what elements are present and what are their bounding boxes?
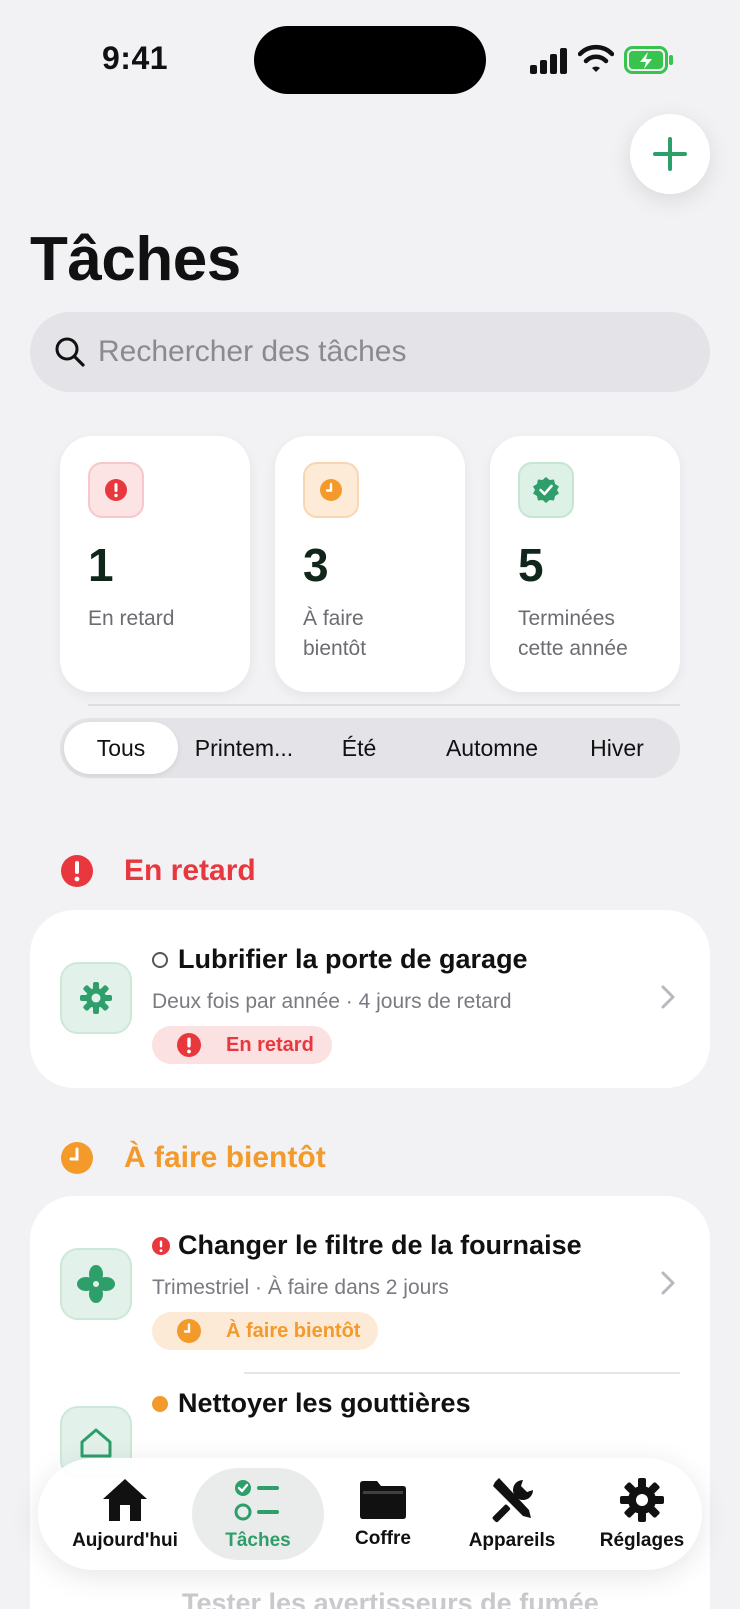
- alert-icon: [177, 1033, 201, 1057]
- tab-vault[interactable]: Coffre: [328, 1468, 438, 1560]
- clock-icon: [320, 479, 342, 501]
- status-bar: 9:41: [0, 0, 740, 120]
- stat-label: En retard: [88, 607, 175, 630]
- page-title: Tâches: [30, 225, 241, 294]
- stat-card-completed[interactable]: 5 Terminées cette année: [490, 436, 680, 692]
- status-badge: En retard: [152, 1026, 332, 1064]
- search-icon: [55, 337, 85, 367]
- task-title-text: Lubrifier la porte de garage: [178, 944, 528, 974]
- badge-label: À faire bientôt: [226, 1319, 361, 1342]
- alert-icon: [152, 1236, 170, 1255]
- search-bar[interactable]: [30, 312, 710, 392]
- task-subtitle: Deux fois par année · 4 jours de retard: [152, 990, 512, 1013]
- clock-icon: [61, 1142, 93, 1174]
- filter-all[interactable]: Tous: [64, 722, 178, 774]
- section-header-overdue: En retard: [60, 854, 256, 888]
- tab-label: Appareils: [468, 1530, 556, 1551]
- fan-icon: [77, 1265, 115, 1303]
- badge-label: En retard: [226, 1033, 314, 1056]
- stat-value: 3: [303, 539, 329, 591]
- task-icon-container: [60, 962, 132, 1034]
- task-title-text: Changer le filtre de la fournaise: [178, 1230, 582, 1260]
- wifi-icon: [578, 44, 614, 72]
- clock-icon: [177, 1319, 201, 1343]
- task-row[interactable]: Lubrifier la porte de garage Deux fois p…: [30, 910, 710, 1088]
- tab-bar: Aujourd'hui Tâches Coffre Appareils Régl…: [38, 1458, 702, 1570]
- stat-card-overdue[interactable]: 1 En retard: [60, 436, 250, 692]
- divider: [88, 704, 680, 706]
- season-filter: Tous Printem... Été Automne Hiver: [60, 718, 680, 778]
- alert-icon: [105, 479, 127, 501]
- section-title: En retard: [124, 854, 256, 887]
- filter-autumn[interactable]: Automne: [432, 722, 552, 774]
- gear-icon: [620, 1478, 664, 1522]
- task-subtitle: Trimestriel · À faire dans 2 jours: [152, 1276, 449, 1299]
- tab-today[interactable]: Aujourd'hui: [58, 1468, 192, 1560]
- stat-icon-container: [303, 462, 359, 518]
- stat-label: Terminées cette année: [518, 607, 628, 660]
- chevron-right-icon: [661, 985, 675, 1009]
- check-badge-icon: [533, 477, 559, 503]
- tab-settings[interactable]: Réglages: [586, 1468, 698, 1560]
- battery-icon: [624, 46, 673, 74]
- gear-icon: [80, 982, 112, 1014]
- status-dot: [152, 951, 168, 968]
- stat-card-soon[interactable]: 3 À faire bientôt: [275, 436, 465, 692]
- stat-value: 5: [518, 539, 544, 591]
- stat-value: 1: [88, 539, 114, 591]
- chevron-right-icon: [661, 1271, 675, 1295]
- filter-spring[interactable]: Printem...: [182, 722, 306, 774]
- house-icon: [80, 1428, 112, 1458]
- task-title: Lubrifier la porte de garage: [152, 944, 528, 975]
- divider: [244, 1372, 680, 1374]
- section-header-soon: À faire bientôt: [60, 1141, 326, 1175]
- status-time: 9:41: [102, 40, 169, 76]
- tools-icon: [492, 1478, 533, 1523]
- stat-label: À faire bientôt: [303, 607, 367, 660]
- filter-summer[interactable]: Été: [318, 722, 400, 774]
- task-title: Nettoyer les gouttières: [152, 1388, 471, 1419]
- task-row[interactable]: Changer le filtre de la fournaise Trimes…: [30, 1196, 710, 1374]
- status-badge: À faire bientôt: [152, 1312, 379, 1350]
- tab-label: Tâches: [225, 1530, 291, 1551]
- tab-appliances[interactable]: Appareils: [442, 1468, 582, 1560]
- tab-label: Aujourd'hui: [72, 1530, 178, 1551]
- search-input[interactable]: [98, 335, 658, 369]
- task-icon-container: [60, 1248, 132, 1320]
- task-title-text: Nettoyer les gouttières: [178, 1388, 471, 1418]
- folder-icon: [360, 1481, 406, 1519]
- signal-icon: [530, 48, 567, 74]
- status-dot: [152, 1395, 168, 1412]
- stat-icon-container: [518, 462, 574, 518]
- alert-icon: [61, 855, 93, 887]
- task-card-overdue: Lubrifier la porte de garage Deux fois p…: [30, 910, 710, 1088]
- task-title: Changer le filtre de la fournaise: [152, 1230, 582, 1261]
- checklist-icon: [234, 1480, 279, 1521]
- tab-label: Réglages: [599, 1530, 685, 1551]
- tab-tasks[interactable]: Tâches: [192, 1468, 324, 1560]
- stats-row: 1 En retard 3 À faire bientôt 5 Terminée…: [60, 436, 680, 692]
- filter-winter[interactable]: Hiver: [564, 722, 670, 774]
- task-title-partial: Tester les avertisseurs de fumée: [182, 1588, 599, 1609]
- tab-label: Coffre: [355, 1528, 411, 1549]
- house-icon: [103, 1479, 147, 1521]
- add-task-button[interactable]: [630, 114, 710, 194]
- section-title: À faire bientôt: [124, 1141, 326, 1174]
- dynamic-island: [254, 26, 486, 94]
- plus-icon: [653, 137, 687, 171]
- stat-icon-container: [88, 462, 144, 518]
